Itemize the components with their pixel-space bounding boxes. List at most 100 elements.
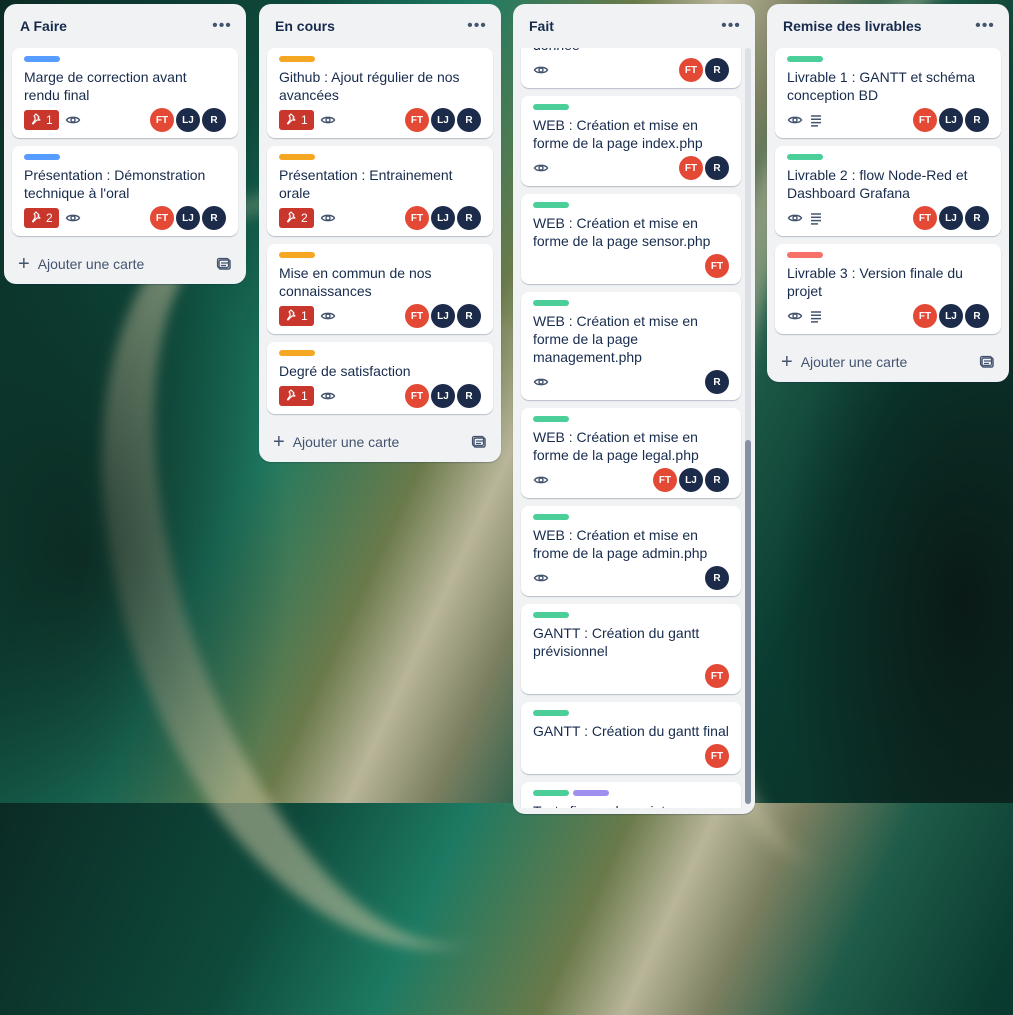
card[interactable]: GANTT : Création du gantt prévisionnel FT bbox=[521, 604, 741, 694]
label-blue[interactable] bbox=[24, 154, 60, 160]
list-header: A Faire ••• bbox=[4, 4, 246, 48]
badges-left bbox=[533, 62, 549, 78]
add-card-button[interactable]: + Ajouter une carte bbox=[18, 254, 144, 274]
member-avatar[interactable]: R bbox=[457, 206, 481, 230]
member-avatar[interactable]: FT bbox=[405, 304, 429, 328]
card[interactable]: Marge de correction avant rendu final 1 FT… bbox=[12, 48, 238, 138]
card[interactable]: Présentation : Entrainement orale 2 FT LJ R bbox=[267, 146, 493, 236]
card[interactable]: WEB : Création et mise en forme de la pa… bbox=[521, 408, 741, 498]
label-orange[interactable] bbox=[279, 350, 315, 356]
label-orange[interactable] bbox=[279, 56, 315, 62]
eye-icon bbox=[533, 472, 549, 488]
card-labels bbox=[787, 252, 989, 258]
member-avatar[interactable]: R bbox=[965, 108, 989, 132]
description-icon bbox=[809, 112, 823, 128]
label-green[interactable] bbox=[787, 56, 823, 62]
member-avatar[interactable]: FT bbox=[653, 468, 677, 492]
list-title[interactable]: En cours bbox=[275, 18, 335, 34]
card[interactable]: Livrable 1 : GANTT et schéma conception … bbox=[775, 48, 1001, 138]
card[interactable]: Tests finaux du projet2FTLJR bbox=[521, 782, 741, 808]
label-green[interactable] bbox=[533, 612, 569, 618]
card[interactable]: GANTT : Création du gantt final FT bbox=[521, 702, 741, 774]
member-avatar[interactable]: R bbox=[965, 304, 989, 328]
member-avatar[interactable]: LJ bbox=[939, 108, 963, 132]
more-icon[interactable]: ••• bbox=[719, 14, 743, 38]
eye-icon bbox=[320, 210, 336, 226]
card-template-icon[interactable] bbox=[471, 434, 487, 450]
list-title[interactable]: A Faire bbox=[20, 18, 67, 34]
member-avatar[interactable]: FT bbox=[913, 108, 937, 132]
card-template-icon[interactable] bbox=[216, 256, 232, 272]
member-avatar[interactable]: FT bbox=[405, 384, 429, 408]
label-orange[interactable] bbox=[279, 252, 315, 258]
member-avatar[interactable]: FT bbox=[150, 108, 174, 132]
label-green[interactable] bbox=[533, 790, 569, 796]
card[interactable]: Livrable 3 : Version finale du projet FT L… bbox=[775, 244, 1001, 334]
member-avatar[interactable]: R bbox=[705, 156, 729, 180]
label-orange[interactable] bbox=[279, 154, 315, 160]
label-green[interactable] bbox=[533, 710, 569, 716]
member-avatar[interactable]: FT bbox=[150, 206, 174, 230]
member-avatar[interactable]: R bbox=[202, 206, 226, 230]
card-template-icon[interactable] bbox=[979, 354, 995, 370]
label-green[interactable] bbox=[533, 514, 569, 520]
list-title[interactable]: Fait bbox=[529, 18, 554, 34]
member-avatar[interactable]: LJ bbox=[679, 468, 703, 492]
member-avatar[interactable]: LJ bbox=[176, 206, 200, 230]
label-green[interactable] bbox=[533, 104, 569, 110]
member-avatar[interactable]: R bbox=[705, 370, 729, 394]
label-green[interactable] bbox=[533, 202, 569, 208]
member-avatar[interactable]: FT bbox=[913, 304, 937, 328]
label-green[interactable] bbox=[787, 154, 823, 160]
member-avatar[interactable]: FT bbox=[679, 58, 703, 82]
label-blue[interactable] bbox=[24, 56, 60, 62]
list-title[interactable]: Remise des livrables bbox=[783, 18, 922, 34]
member-avatar[interactable]: R bbox=[965, 206, 989, 230]
more-icon[interactable]: ••• bbox=[465, 14, 489, 38]
member-avatar[interactable]: LJ bbox=[431, 304, 455, 328]
member-avatar[interactable]: R bbox=[457, 108, 481, 132]
member-avatar[interactable]: LJ bbox=[939, 304, 963, 328]
member-avatar[interactable]: R bbox=[705, 58, 729, 82]
member-avatar[interactable]: R bbox=[202, 108, 226, 132]
card[interactable]: Livrable 2 : flow Node-Red et Dashboard … bbox=[775, 146, 1001, 236]
card[interactable]: Degré de satisfaction 1 FT LJ R bbox=[267, 342, 493, 414]
member-avatar[interactable]: FT bbox=[405, 206, 429, 230]
member-avatar[interactable]: R bbox=[705, 566, 729, 590]
label-purple[interactable] bbox=[573, 790, 609, 796]
label-red[interactable] bbox=[787, 252, 823, 258]
member-avatar[interactable]: FT bbox=[679, 156, 703, 180]
member-avatar[interactable]: LJ bbox=[939, 206, 963, 230]
member-avatar[interactable]: FT bbox=[705, 254, 729, 278]
member-avatar[interactable]: LJ bbox=[431, 206, 455, 230]
card[interactable]: WEB : Création et mise en forme de la pa… bbox=[521, 194, 741, 284]
card[interactable]: WEB : Création et mise en frome de la pa… bbox=[521, 506, 741, 596]
card[interactable]: donnée FTR bbox=[521, 48, 741, 88]
list-scroll-area[interactable]: donnéeFTR WEB : Création et mise en forme… bbox=[513, 48, 755, 808]
eye-icon bbox=[65, 112, 81, 128]
member-avatar[interactable]: FT bbox=[705, 664, 729, 688]
member-avatar[interactable]: R bbox=[457, 384, 481, 408]
member-avatar[interactable]: FT bbox=[405, 108, 429, 132]
add-card-button[interactable]: + Ajouter une carte bbox=[273, 432, 399, 452]
member-avatar[interactable]: LJ bbox=[431, 108, 455, 132]
card[interactable]: Github : Ajout régulier de nos avancées 1… bbox=[267, 48, 493, 138]
member-avatar[interactable]: R bbox=[705, 468, 729, 492]
add-card-button[interactable]: + Ajouter une carte bbox=[781, 352, 907, 372]
more-icon[interactable]: ••• bbox=[210, 14, 234, 38]
card[interactable]: WEB : Création et mise en forme de la pa… bbox=[521, 96, 741, 186]
member-avatar[interactable]: FT bbox=[913, 206, 937, 230]
scrollbar[interactable] bbox=[745, 48, 751, 804]
card[interactable]: Présentation : Démonstration technique à… bbox=[12, 146, 238, 236]
label-green[interactable] bbox=[533, 416, 569, 422]
label-green[interactable] bbox=[533, 300, 569, 306]
more-icon[interactable]: ••• bbox=[973, 14, 997, 38]
member-avatar[interactable]: FT bbox=[705, 744, 729, 768]
member-avatar[interactable]: LJ bbox=[431, 384, 455, 408]
scrollbar-thumb[interactable] bbox=[745, 440, 751, 804]
card-title: Github : Ajout régulier de nos avancées bbox=[279, 69, 460, 103]
member-avatar[interactable]: R bbox=[457, 304, 481, 328]
card[interactable]: WEB : Création et mise en forme de la pa… bbox=[521, 292, 741, 400]
card[interactable]: Mise en commun de nos connaissances 1 FT LJ… bbox=[267, 244, 493, 334]
member-avatar[interactable]: LJ bbox=[176, 108, 200, 132]
